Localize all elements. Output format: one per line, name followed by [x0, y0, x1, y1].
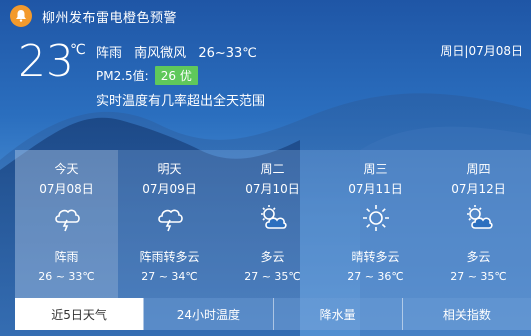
- forecast-panel: 今天 07月08日 阵雨 26 ~ 33℃ 明天 07月09日 阵雨转多云 27…: [15, 150, 531, 298]
- forecast-day[interactable]: 明天 07月09日 阵雨转多云 27 ~ 34℃: [118, 150, 221, 298]
- sun-icon: [363, 205, 389, 231]
- tab-24h-temperature[interactable]: 24小时温度: [143, 298, 273, 330]
- day-date: 07月08日: [39, 182, 94, 196]
- forecast-day[interactable]: 周三 07月11日 晴转多云 27 ~ 36℃: [324, 150, 427, 298]
- thunder-cloud-icon: [158, 209, 183, 232]
- temperature-notice: 实时温度有几率超出全天范围: [96, 94, 266, 109]
- forecast-day[interactable]: 周四 07月12日 多云 27 ~ 35℃: [427, 150, 530, 298]
- day-date: 07月09日: [142, 182, 197, 196]
- tab-5-day-weather[interactable]: 近5日天气: [15, 298, 144, 330]
- alert-bell-icon: [10, 5, 32, 27]
- forecast-day[interactable]: 今天 07月08日 阵雨 26 ~ 33℃: [15, 150, 118, 298]
- weather-alert-bar[interactable]: 柳州发布雷电橙色预警: [0, 0, 531, 32]
- current-temperature: 23: [18, 36, 74, 87]
- bottom-tabs: 近5日天气 24小时温度 降水量 相关指数: [15, 298, 531, 330]
- tab-related-indices[interactable]: 相关指数: [401, 298, 531, 330]
- forecast-day[interactable]: 周二 07月10日 多云 27 ~ 35℃: [221, 150, 324, 298]
- day-temp-range: 26 ~ 33℃: [38, 270, 95, 283]
- day-weather: 多云: [466, 250, 491, 264]
- day-weather: 阵雨: [54, 250, 79, 264]
- current-range: 26~33℃: [198, 46, 257, 61]
- partly-cloudy-icon: [261, 205, 287, 229]
- current-wind: 南风微风: [134, 46, 187, 61]
- day-date: 07月12日: [451, 182, 506, 196]
- day-temp-range: 27 ~ 34℃: [141, 270, 198, 283]
- day-weather: 阵雨转多云: [139, 250, 200, 264]
- current-conditions: 阵雨 南风微风 26~33℃: [96, 42, 265, 61]
- tab-precipitation[interactable]: 降水量: [272, 298, 402, 330]
- aqi-value: 26: [160, 69, 176, 83]
- day-weather: 多云: [260, 250, 285, 264]
- partly-cloudy-icon: [467, 205, 493, 229]
- aqi-badge[interactable]: 26 优: [154, 66, 198, 85]
- day-temp-range: 27 ~ 36℃: [347, 270, 404, 283]
- pm25-label: PM2.5值:: [96, 69, 149, 83]
- day-name: 周三: [363, 162, 388, 176]
- day-temp-range: 27 ~ 35℃: [244, 270, 301, 283]
- day-name: 周二: [260, 162, 285, 176]
- air-quality: PM2.5值: 26 优: [96, 66, 198, 85]
- day-name: 今天: [54, 162, 79, 176]
- current-date: 周日|07月08日: [440, 44, 523, 58]
- temperature-unit: ℃: [70, 42, 86, 58]
- current-weather: 阵雨: [96, 46, 123, 61]
- day-temp-range: 27 ~ 35℃: [450, 270, 507, 283]
- alert-text[interactable]: 柳州发布雷电橙色预警: [42, 7, 177, 26]
- day-weather: 晴转多云: [351, 250, 400, 264]
- day-date: 07月11日: [348, 182, 403, 196]
- aqi-level: 优: [179, 69, 192, 83]
- day-date: 07月10日: [245, 182, 300, 196]
- day-name: 周四: [466, 162, 491, 176]
- day-name: 明天: [157, 162, 182, 176]
- thunder-cloud-icon: [55, 209, 80, 232]
